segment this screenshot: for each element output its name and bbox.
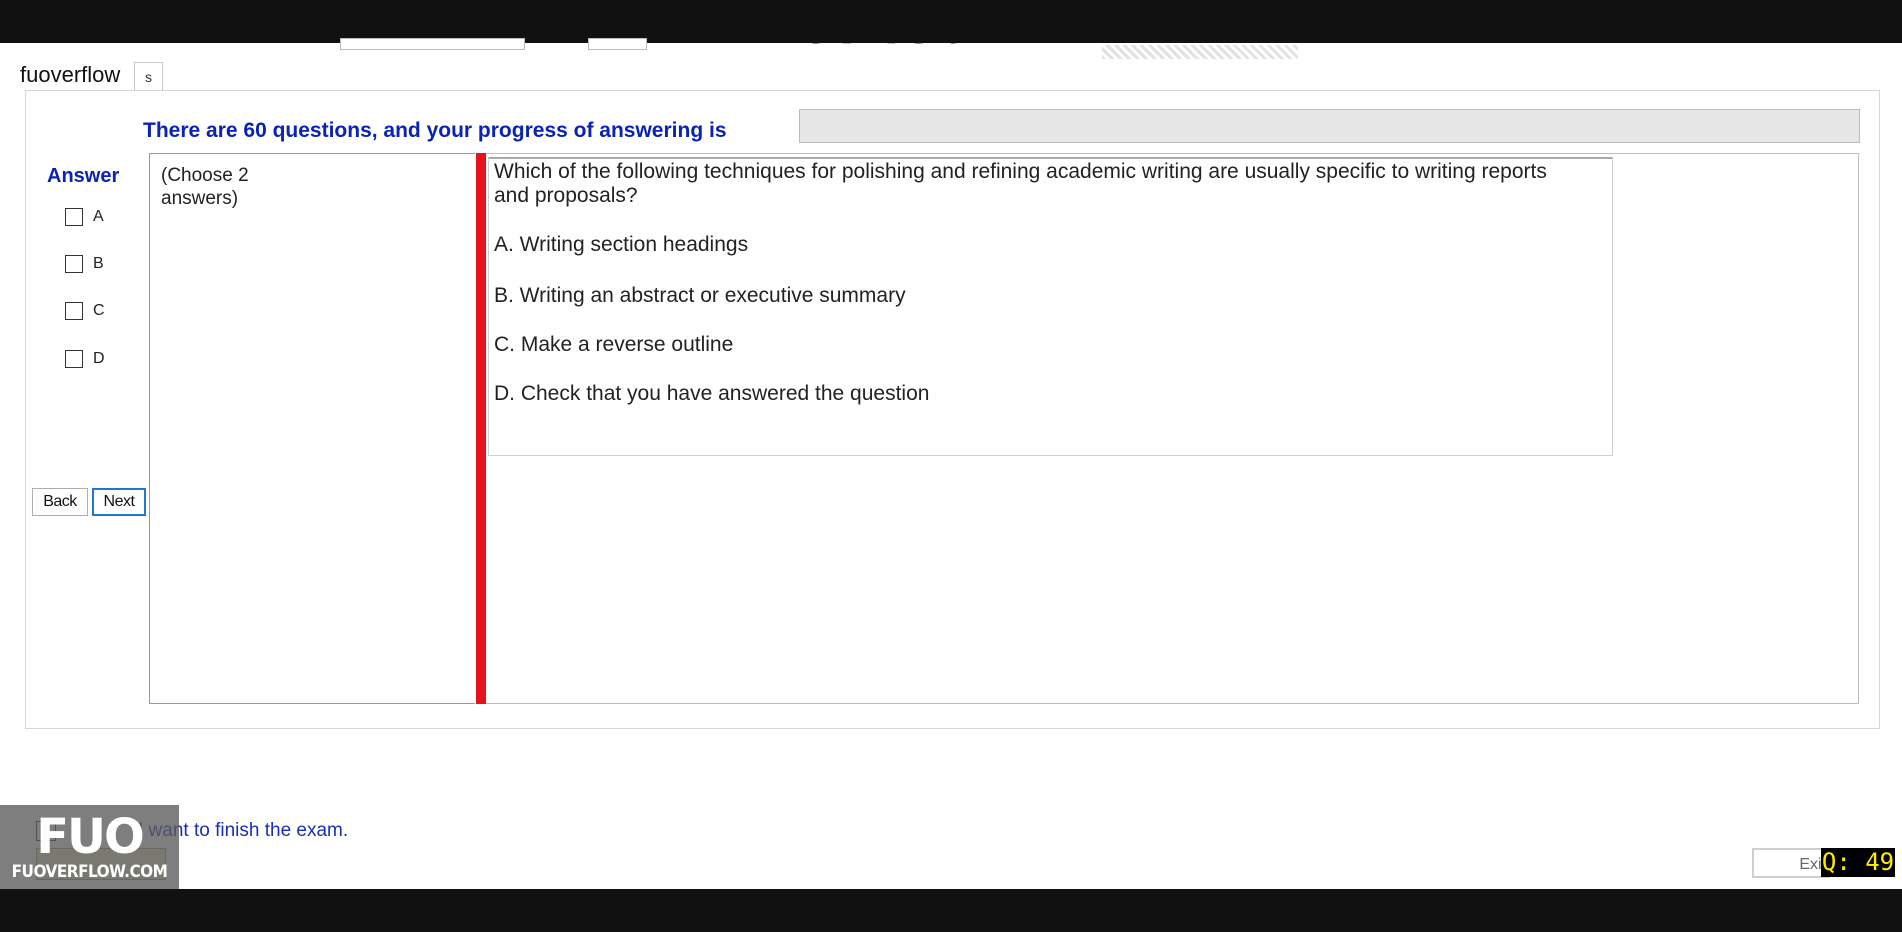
answer-option-label: D bbox=[93, 350, 105, 367]
question-option-c: C. Make a reverse outline bbox=[494, 333, 734, 356]
logo-text: FUO bbox=[36, 809, 145, 865]
checkbox-a[interactable] bbox=[65, 208, 83, 226]
answer-option-d[interactable]: D bbox=[65, 350, 105, 368]
question-option-b: B. Writing an abstract or executive summ… bbox=[494, 284, 906, 307]
next-button[interactable]: Next bbox=[92, 488, 146, 516]
exam-code-digits: 37430 bbox=[800, 24, 980, 48]
answer-option-a[interactable]: A bbox=[65, 208, 104, 226]
answer-title: Answer bbox=[47, 165, 120, 187]
watermark-text: fuoverflow bbox=[18, 62, 123, 88]
answer-option-b[interactable]: B bbox=[65, 255, 104, 273]
answer-option-label: C bbox=[93, 302, 105, 319]
top-small-box[interactable] bbox=[588, 38, 647, 50]
checker-pattern bbox=[1102, 45, 1298, 59]
checkbox-b[interactable] bbox=[65, 255, 83, 273]
answer-option-label: B bbox=[93, 255, 104, 272]
question-option-a: A. Writing section headings bbox=[494, 233, 749, 256]
question-text: Which of the following techniques for po… bbox=[494, 160, 1547, 207]
checkbox-c[interactable] bbox=[65, 302, 83, 320]
logo-site: FUOVERFLOW.COM bbox=[11, 862, 168, 882]
choose-instruction: (Choose 2 answers) bbox=[161, 165, 249, 209]
panel-splitter[interactable] bbox=[476, 153, 486, 704]
progress-bar bbox=[799, 109, 1860, 143]
progress-label: There are 60 questions, and your progres… bbox=[143, 119, 727, 142]
fuo-logo: FUO FUOVERFLOW.COM bbox=[0, 805, 179, 889]
answer-option-label: A bbox=[93, 208, 104, 225]
exit-button[interactable]: Exit bbox=[1752, 848, 1830, 878]
back-button[interactable]: Back bbox=[32, 488, 88, 516]
bottom-black-bar bbox=[0, 889, 1902, 932]
choose-panel bbox=[149, 153, 475, 704]
question-option-d: D. Check that you have answered the ques… bbox=[494, 382, 930, 405]
tab-partial[interactable]: s bbox=[134, 62, 163, 91]
top-combo-box[interactable] bbox=[340, 38, 525, 50]
checkbox-d[interactable] bbox=[65, 350, 83, 368]
answer-option-c[interactable]: C bbox=[65, 302, 105, 320]
question-counter: Q: 49 bbox=[1821, 848, 1895, 877]
